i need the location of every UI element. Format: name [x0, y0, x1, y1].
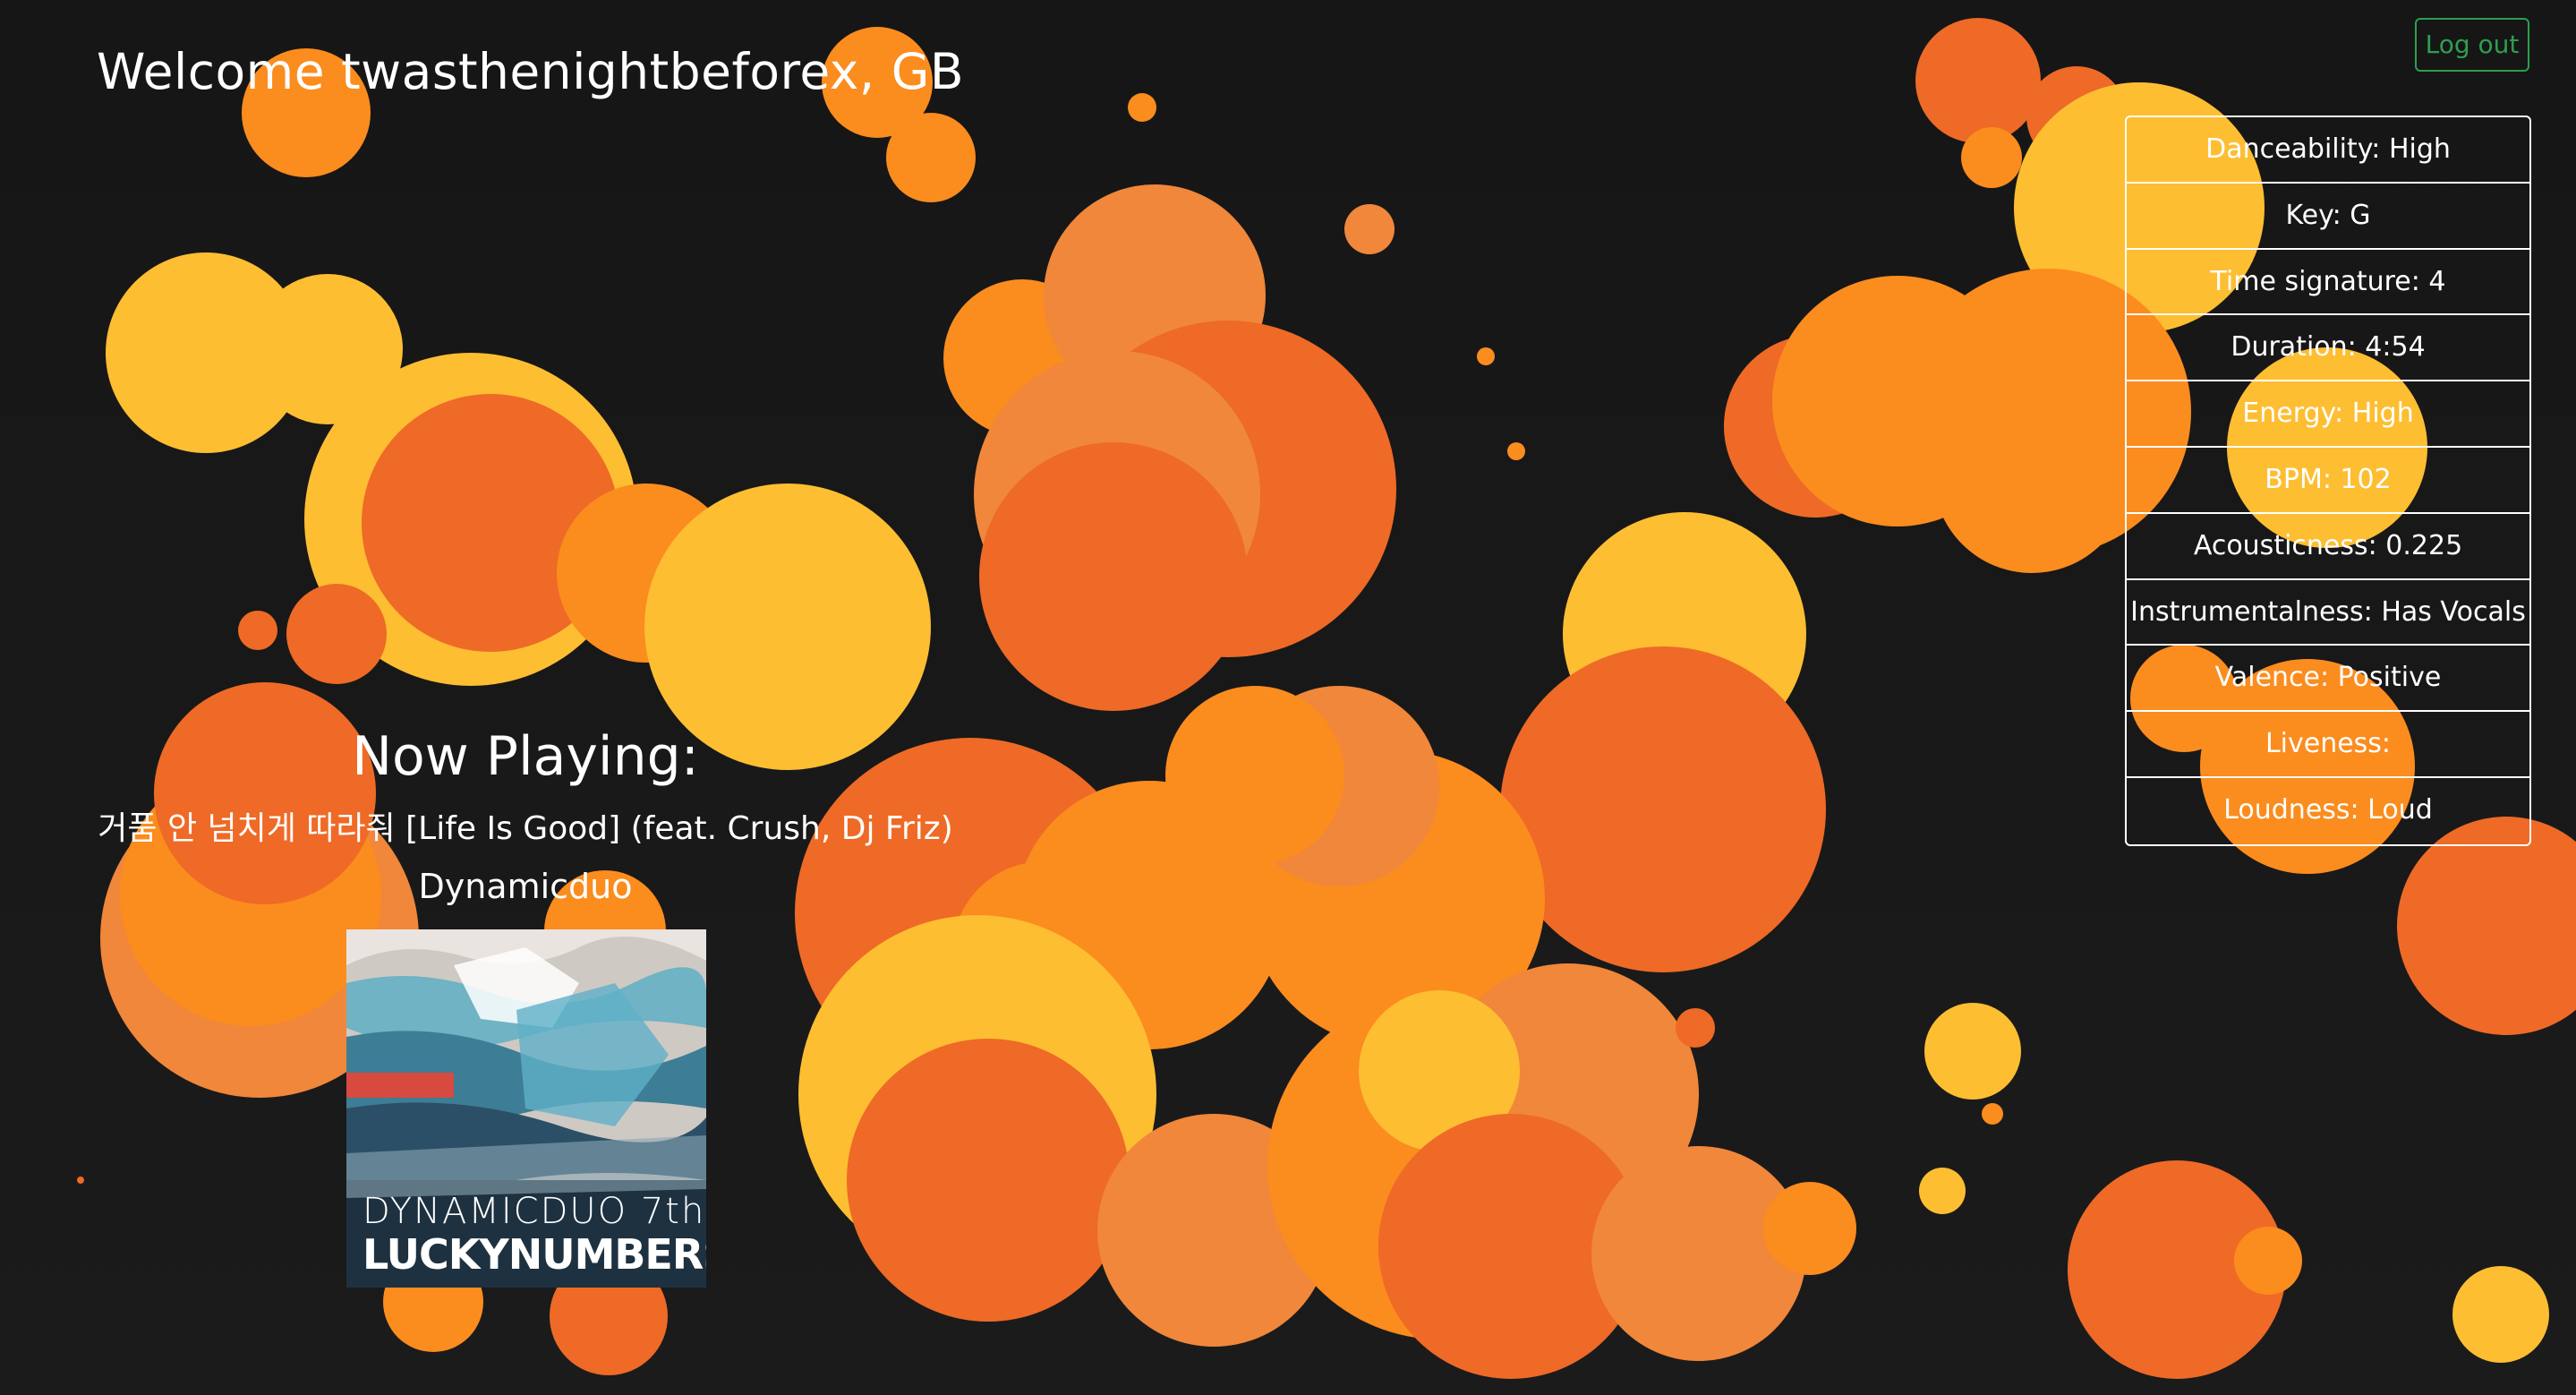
bubble — [1165, 686, 1344, 865]
album-cover-image: DYNAMICDUO 7th LUCKYNUMBERS — [346, 929, 706, 1288]
bubble — [2397, 817, 2576, 1035]
feature-time-signature: Time signature: 4 — [2127, 250, 2529, 316]
bubble — [1676, 1008, 1715, 1048]
feature-duration: Duration: 4:54 — [2127, 315, 2529, 382]
feature-liveness: Liveness: — [2127, 712, 2529, 778]
feature-loudness: Loudness: Loud — [2223, 793, 2433, 826]
bubble — [1919, 1168, 1966, 1214]
feature-bpm: BPM: 102 — [2127, 448, 2529, 514]
bubble — [1933, 376, 2130, 573]
now-playing-heading: Now Playing: — [352, 725, 699, 788]
bubble — [886, 113, 976, 202]
welcome-message: Welcome twasthenightbeforex, GB — [97, 43, 965, 100]
track-title: 거품 안 넘치게 따라줘 [Life Is Good] (feat. Crush… — [98, 810, 953, 847]
audio-features-table: Danceability: High Key: G Time signature… — [2125, 116, 2531, 846]
logout-button[interactable]: Log out — [2415, 18, 2529, 72]
bubble — [77, 1177, 84, 1184]
feature-energy: Energy: High — [2127, 381, 2529, 448]
album-cover-text-line1: DYNAMICDUO 7th — [363, 1191, 706, 1232]
bubble — [1924, 1003, 2021, 1100]
visualizer-stage: Welcome twasthenightbeforex, GB Log out … — [0, 0, 2576, 1395]
bubble — [1763, 1182, 1856, 1275]
now-playing-panel: Now Playing: 거품 안 넘치게 따라줘 [Life Is Good]… — [36, 716, 1015, 913]
bubble — [1507, 442, 1525, 460]
bubble — [1982, 1103, 2003, 1125]
bubble — [286, 584, 387, 684]
bubble — [1477, 347, 1495, 365]
feature-key: Key: G — [2127, 184, 2529, 250]
bubble — [2234, 1227, 2302, 1295]
bubble — [2452, 1266, 2549, 1363]
feature-danceability: Danceability: High — [2127, 117, 2529, 184]
bubble — [1344, 204, 1395, 254]
bubble — [1128, 93, 1156, 122]
bubble — [1915, 18, 2041, 143]
bubble — [847, 1039, 1130, 1322]
bubble — [979, 442, 1248, 711]
feature-valence: Valence: Positive — [2127, 646, 2529, 713]
artist-name: Dynamicduo — [418, 867, 633, 906]
feature-acousticness: Acousticness: 0.225 — [2127, 514, 2529, 580]
bubble — [1500, 646, 1826, 972]
album-cover-text-line2: LUCKYNUMBERS — [363, 1230, 706, 1279]
feature-instrumentalness: Instrumentalness: Has Vocals — [2127, 580, 2529, 646]
bubble — [1961, 127, 2022, 188]
bubble — [238, 611, 277, 650]
